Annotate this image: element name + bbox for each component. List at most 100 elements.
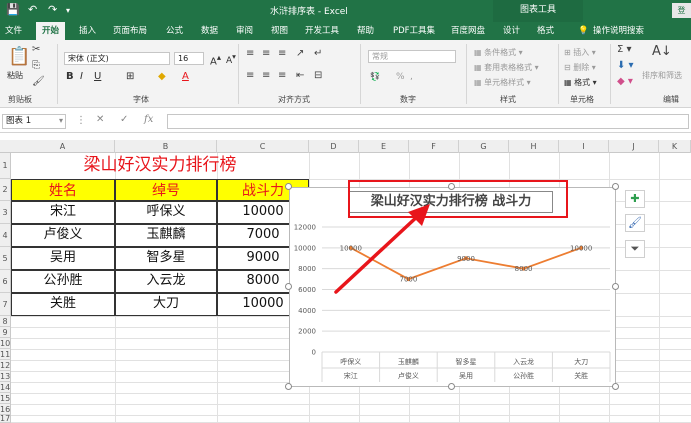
row-header[interactable]: 11 bbox=[0, 349, 11, 360]
paste-icon[interactable]: 📋 bbox=[8, 46, 30, 67]
tab-pdf-tools[interactable]: PDF工具集 bbox=[393, 22, 435, 40]
format-cells-button[interactable]: ▦ 格式 ▾ bbox=[564, 77, 597, 88]
row-header[interactable]: 17 bbox=[0, 415, 11, 423]
percent-icon[interactable]: % bbox=[396, 72, 405, 82]
cut-icon[interactable]: ✂ bbox=[32, 44, 40, 55]
undo-icon[interactable]: ↶ bbox=[28, 3, 37, 16]
data-cell[interactable]: 入云龙 bbox=[115, 270, 217, 293]
column-header-j[interactable]: J bbox=[609, 140, 659, 153]
shrink-font-icon[interactable]: A▾ bbox=[226, 52, 236, 66]
align-top-icon[interactable]: ≡ bbox=[246, 48, 254, 59]
align-left-icon[interactable]: ≡ bbox=[246, 70, 254, 81]
accounting-icon[interactable]: 💱 bbox=[370, 72, 380, 81]
borders-icon[interactable]: ⊞ bbox=[126, 71, 134, 82]
format-painter-icon[interactable]: 🖌 bbox=[32, 76, 45, 87]
paste-label[interactable]: 粘贴 bbox=[7, 70, 23, 81]
italic-icon[interactable]: I bbox=[80, 71, 83, 82]
column-header-e[interactable]: E bbox=[359, 140, 409, 153]
tab-review[interactable]: 审阅 bbox=[236, 22, 253, 40]
wrap-text-icon[interactable]: ↵ bbox=[314, 48, 322, 59]
row-header[interactable]: 7 bbox=[0, 293, 11, 316]
format-as-table-button[interactable]: ▦ 套用表格格式 ▾ bbox=[474, 62, 539, 73]
row-header[interactable]: 12 bbox=[0, 360, 11, 371]
column-header-c[interactable]: C bbox=[217, 140, 309, 153]
sort-filter-icon[interactable]: A↓ bbox=[652, 44, 672, 59]
tab-page-layout[interactable]: 页面布局 bbox=[113, 22, 147, 40]
row-header[interactable]: 8 bbox=[0, 316, 11, 327]
customize-toolbar-icon[interactable]: ▾ bbox=[66, 6, 70, 15]
column-header-k[interactable]: K bbox=[659, 140, 691, 153]
orientation-icon[interactable]: ↗ bbox=[296, 48, 304, 59]
underline-icon[interactable]: U bbox=[94, 71, 101, 82]
tab-formulas[interactable]: 公式 bbox=[166, 22, 183, 40]
tab-data[interactable]: 数据 bbox=[201, 22, 218, 40]
login-button[interactable]: 登 bbox=[672, 3, 691, 18]
column-header-f[interactable]: F bbox=[409, 140, 459, 153]
data-cell[interactable]: 大刀 bbox=[115, 293, 217, 316]
row-header[interactable]: 5 bbox=[0, 247, 11, 270]
tab-help[interactable]: 帮助 bbox=[357, 22, 374, 40]
merge-center-icon[interactable]: ⊟ bbox=[314, 70, 322, 81]
autosum-icon[interactable]: Σ ▾ bbox=[617, 44, 632, 55]
enter-icon[interactable]: ✓ bbox=[120, 114, 128, 125]
chart-styles-button[interactable]: 🖌 bbox=[625, 214, 645, 232]
data-cell[interactable]: 呼保义 bbox=[115, 201, 217, 224]
column-header-h[interactable]: H bbox=[509, 140, 559, 153]
data-cell[interactable]: 宋江 bbox=[11, 201, 115, 224]
name-box[interactable]: 图表 1 bbox=[2, 114, 66, 129]
resize-handle-top-right[interactable] bbox=[612, 183, 619, 190]
column-header-a[interactable]: A bbox=[11, 140, 115, 153]
row-header[interactable]: 6 bbox=[0, 270, 11, 293]
data-cell[interactable]: 公孙胜 bbox=[11, 270, 115, 293]
header-cell-nickname[interactable]: 绰号 bbox=[115, 179, 217, 201]
font-name-select[interactable]: 宋体 (正文) bbox=[64, 52, 170, 65]
conditional-formatting-button[interactable]: ▦ 条件格式 ▾ bbox=[474, 47, 523, 58]
fill-color-icon[interactable]: ◆ bbox=[158, 71, 166, 82]
row-header[interactable]: 2 bbox=[0, 179, 11, 201]
align-bottom-icon[interactable]: ≡ bbox=[278, 48, 286, 59]
font-size-select[interactable]: 16 bbox=[174, 52, 204, 65]
font-color-icon[interactable]: A bbox=[182, 71, 189, 82]
data-cell[interactable]: 智多星 bbox=[115, 247, 217, 270]
bold-icon[interactable]: B bbox=[66, 71, 74, 82]
tell-me-search[interactable]: 操作说明搜索 bbox=[593, 22, 644, 40]
align-center-icon[interactable]: ≡ bbox=[262, 70, 270, 81]
comma-icon[interactable]: , bbox=[410, 72, 413, 82]
column-header-g[interactable]: G bbox=[459, 140, 509, 153]
indent-icon[interactable]: ⇤ bbox=[296, 70, 304, 81]
tab-developer[interactable]: 开发工具 bbox=[305, 22, 339, 40]
align-middle-icon[interactable]: ≡ bbox=[262, 48, 270, 59]
fill-icon[interactable]: ⬇ ▾ bbox=[617, 60, 634, 71]
formula-input[interactable] bbox=[167, 114, 689, 129]
sheet-title-cell[interactable]: 梁山好汉实力排行榜 bbox=[11, 153, 309, 177]
tab-view[interactable]: 视图 bbox=[271, 22, 288, 40]
header-cell-name[interactable]: 姓名 bbox=[11, 179, 115, 201]
sort-filter-label[interactable]: 排序和筛选 bbox=[642, 70, 682, 81]
row-header[interactable]: 10 bbox=[0, 338, 11, 349]
tab-file[interactable]: 文件 bbox=[5, 22, 22, 40]
row-header[interactable]: 14 bbox=[0, 382, 11, 393]
resize-handle-left[interactable] bbox=[285, 283, 292, 290]
data-cell[interactable]: 吴用 bbox=[11, 247, 115, 270]
row-header[interactable]: 9 bbox=[0, 327, 11, 338]
clear-icon[interactable]: ◆ ▾ bbox=[617, 76, 633, 87]
cancel-icon[interactable]: ✕ bbox=[96, 114, 104, 125]
row-header[interactable]: 15 bbox=[0, 393, 11, 404]
redo-icon[interactable]: ↷ bbox=[48, 3, 57, 16]
cell-styles-button[interactable]: ▦ 单元格样式 ▾ bbox=[474, 77, 531, 88]
copy-icon[interactable]: ⎘ bbox=[32, 60, 40, 71]
column-header-d[interactable]: D bbox=[309, 140, 359, 153]
name-box-dropdown-icon[interactable]: ▾ bbox=[59, 116, 63, 125]
resize-handle-top-left[interactable] bbox=[285, 183, 292, 190]
row-header[interactable]: 4 bbox=[0, 224, 11, 247]
chart-filters-button[interactable]: ⏷ bbox=[625, 240, 645, 258]
number-format-select[interactable]: 常规 bbox=[368, 50, 456, 63]
resize-handle-right[interactable] bbox=[612, 283, 619, 290]
insert-function-icon[interactable]: fx bbox=[144, 114, 153, 125]
data-cell[interactable]: 卢俊义 bbox=[11, 224, 115, 247]
tab-format[interactable]: 格式 bbox=[537, 22, 554, 40]
tab-baidu-netdisk[interactable]: 百度网盘 bbox=[451, 22, 485, 40]
row-header[interactable]: 1 bbox=[0, 153, 11, 179]
resize-handle-bottom-left[interactable] bbox=[285, 383, 292, 390]
grow-font-icon[interactable]: A▴ bbox=[210, 52, 221, 67]
